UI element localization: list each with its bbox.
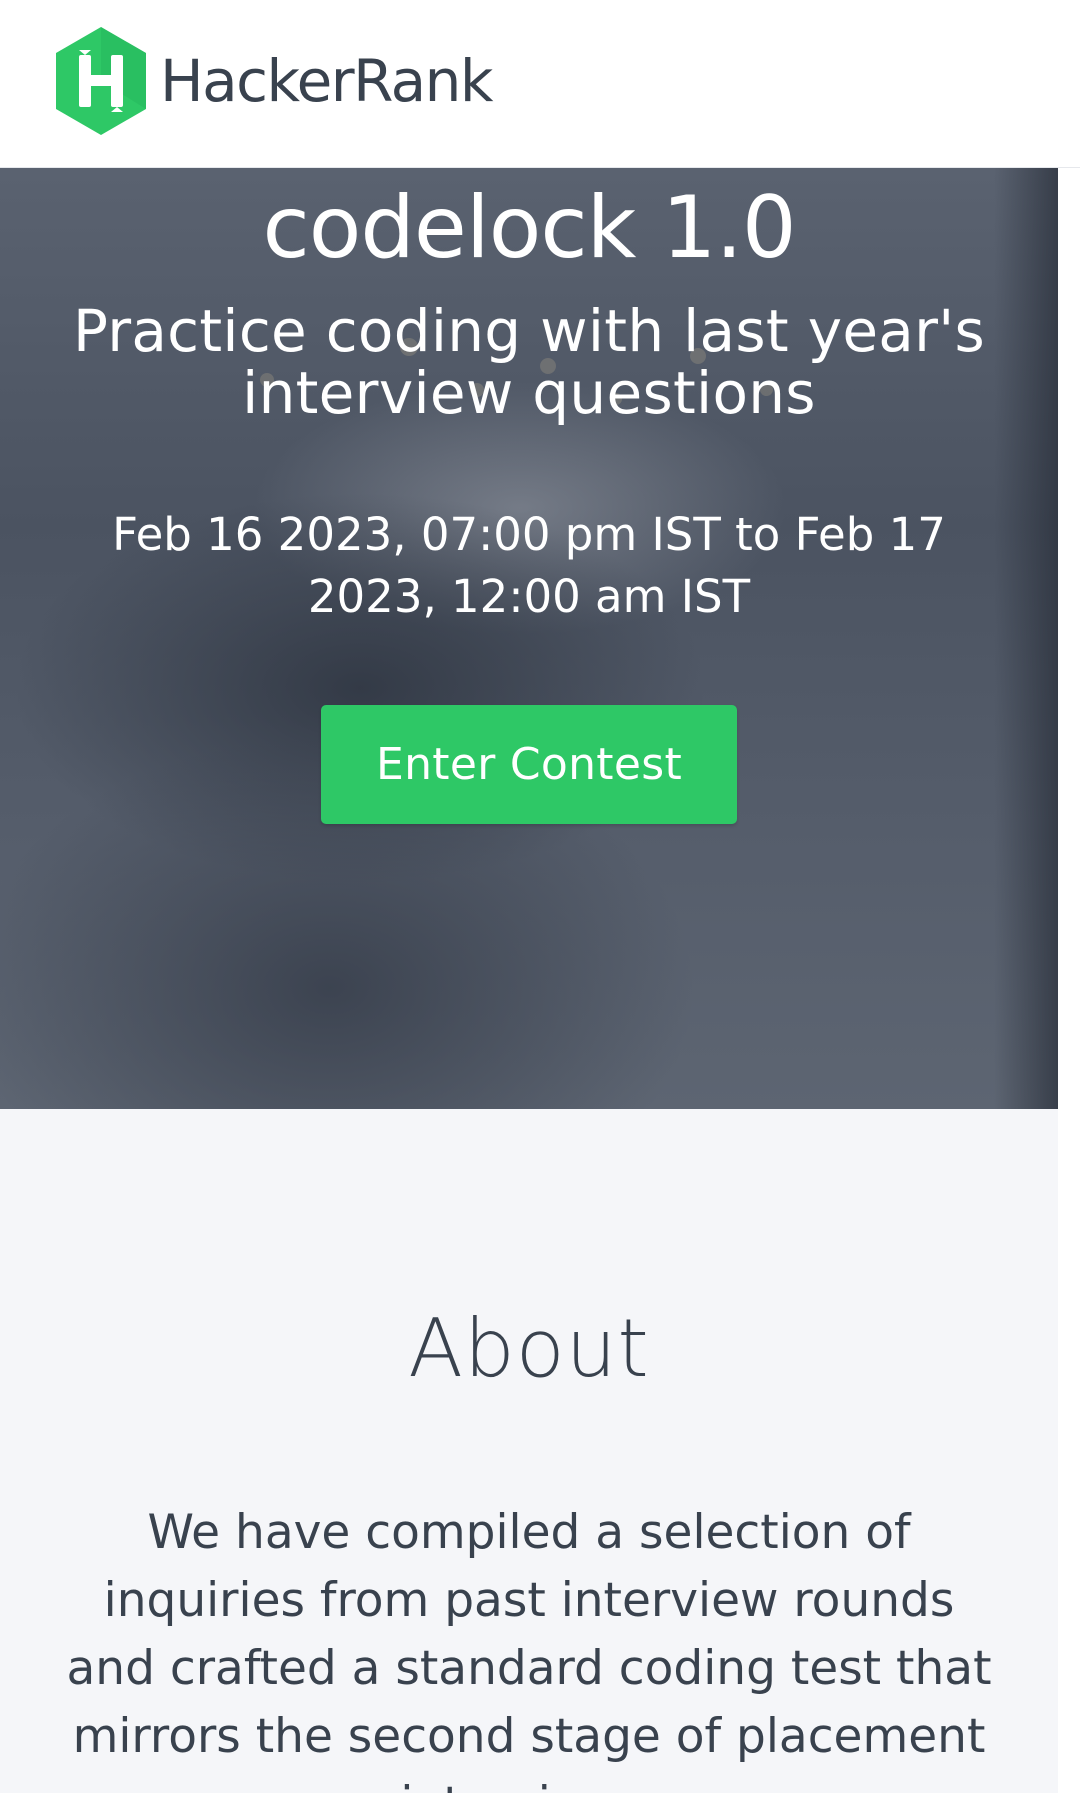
page-right-gutter [1058,168,1080,1793]
contest-dates: Feb 16 2023, 07:00 pm IST to Feb 17 2023… [112,508,946,623]
hackerrank-logo-link[interactable]: HackerRank [52,25,494,137]
site-header: HackerRank [0,0,1080,168]
brand-name: HackerRank [160,47,494,115]
enter-contest-button[interactable]: Enter Contest [321,705,737,824]
about-heading: About [408,1302,650,1395]
about-description: We have compiled a selection of inquirie… [66,1505,992,1793]
hackerrank-h-logo-icon [56,27,146,135]
contest-subtitle: Practice coding with last year's intervi… [72,297,986,427]
contest-page: HackerRank codelock 1.0 Practice coding … [0,0,1080,1793]
about-section: About We have compiled a selection of in… [0,1109,1058,1793]
contest-hero: codelock 1.0 Practice coding with last y… [0,168,1058,1109]
contest-title: codelock 1.0 [262,178,796,278]
